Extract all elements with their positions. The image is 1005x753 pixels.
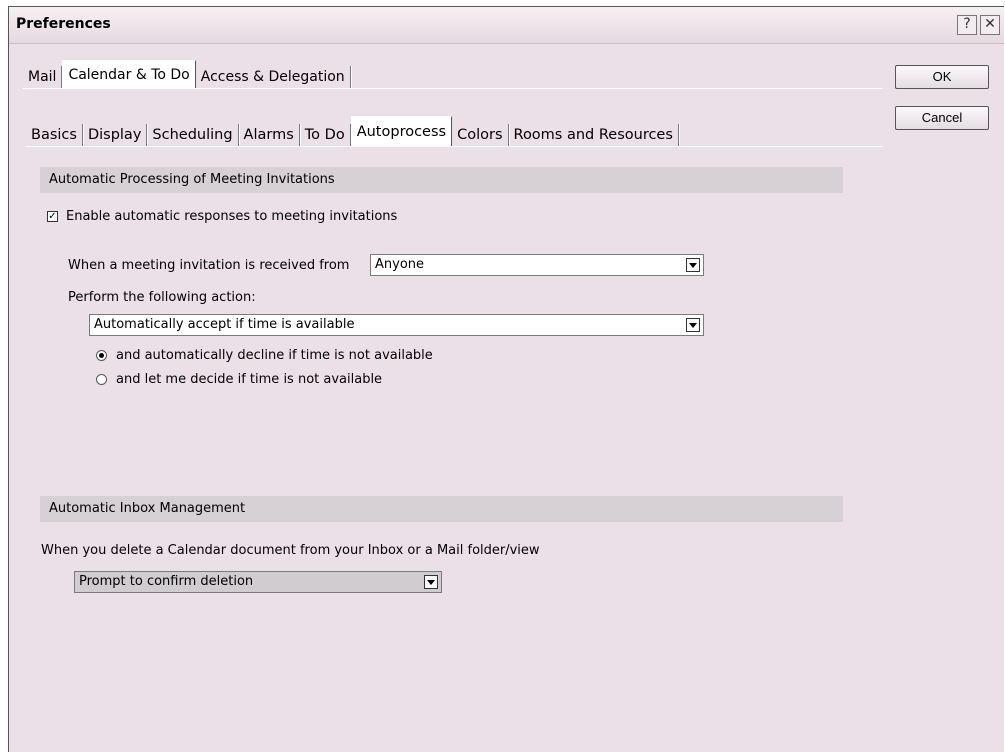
chevron-down-icon (424, 575, 438, 589)
radio-decline-label: and automatically decline if time is not… (116, 348, 433, 363)
radio-decide-label: and let me decide if time is not availab… (116, 372, 383, 387)
delete-action-value: Prompt to confirm deletion (79, 574, 254, 589)
tab-alarms[interactable]: Alarms (239, 124, 300, 146)
tab-autoprocess[interactable]: Autoprocess (350, 116, 453, 146)
enable-responses-checkbox[interactable]: ✓ (47, 211, 58, 222)
received-from-label: When a meeting invitation is received fr… (68, 258, 350, 273)
tab-scheduling[interactable]: Scheduling (147, 124, 239, 146)
window-title: Preferences (16, 16, 111, 32)
tab-mail[interactable]: Mail (23, 66, 63, 88)
tab-todo[interactable]: To Do (300, 124, 351, 146)
tab-basics[interactable]: Basics (26, 124, 83, 146)
main-tab-divider (23, 88, 883, 89)
close-icon[interactable]: ✕ (980, 15, 1000, 35)
action-label: Perform the following action: (68, 290, 256, 305)
cancel-button[interactable]: Cancel (895, 106, 989, 130)
delete-label: When you delete a Calendar document from… (41, 543, 540, 558)
ok-button[interactable]: OK (895, 65, 989, 89)
radio-decline[interactable] (96, 350, 107, 361)
tab-colors[interactable]: Colors (452, 124, 509, 146)
received-from-value: Anyone (375, 257, 425, 272)
meeting-processing-header: Automatic Processing of Meeting Invitati… (40, 167, 843, 193)
action-select[interactable]: Automatically accept if time is availabl… (89, 314, 704, 336)
enable-responses-row[interactable]: ✓ Enable automatic responses to meeting … (47, 209, 397, 224)
radio-decide-row[interactable]: and let me decide if time is not availab… (96, 372, 382, 387)
sub-tab-divider (26, 146, 883, 147)
radio-decide[interactable] (96, 374, 107, 385)
received-from-select[interactable]: Anyone (370, 254, 704, 276)
tab-access-delegation[interactable]: Access & Delegation (196, 66, 351, 88)
chevron-down-icon (686, 258, 700, 272)
inbox-management-header: Automatic Inbox Management (40, 496, 843, 522)
radio-decline-row[interactable]: and automatically decline if time is not… (96, 348, 433, 363)
delete-action-select[interactable]: Prompt to confirm deletion (74, 571, 442, 593)
chevron-down-icon (686, 318, 700, 332)
title-bar: Preferences ? ✕ (9, 7, 1004, 44)
tab-display[interactable]: Display (83, 124, 148, 146)
sub-tab-bar: Basics Display Scheduling Alarms To Do A… (26, 116, 679, 146)
main-tab-bar: Mail Calendar & To Do Access & Delegatio… (23, 60, 351, 88)
action-value: Automatically accept if time is availabl… (94, 317, 355, 332)
tab-rooms-resources[interactable]: Rooms and Resources (509, 124, 679, 146)
enable-responses-label: Enable automatic responses to meeting in… (66, 209, 398, 224)
tab-calendar-todo[interactable]: Calendar & To Do (62, 60, 196, 88)
help-icon[interactable]: ? (957, 15, 977, 35)
